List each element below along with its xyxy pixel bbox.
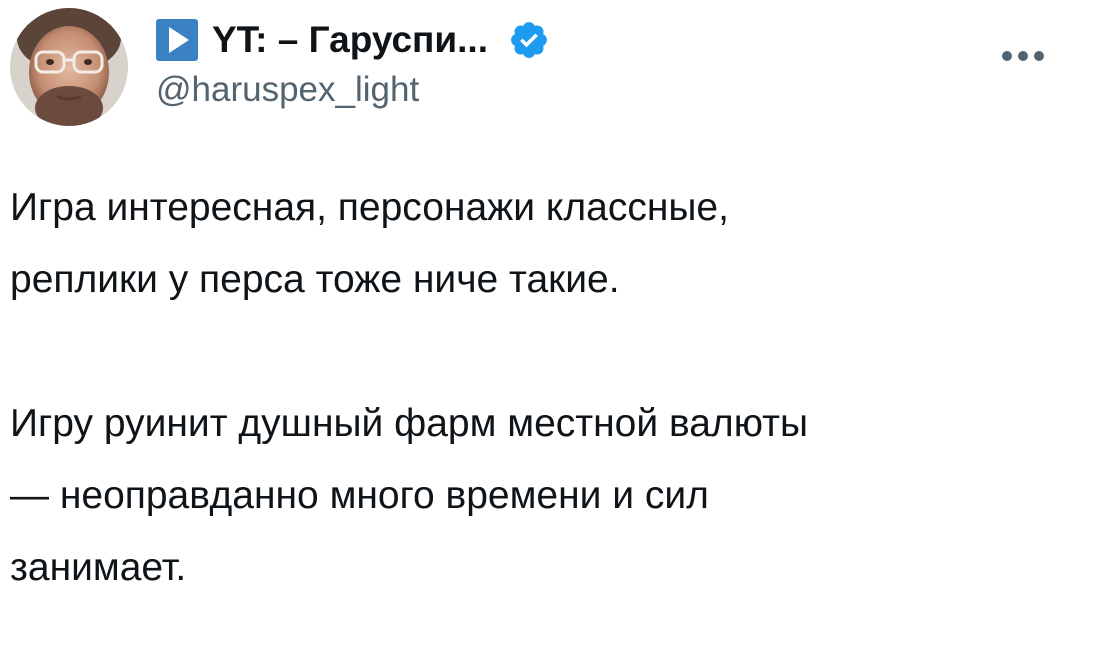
tweet-paragraph-2: Игру руинит душный фарм местной валюты —… — [10, 402, 808, 589]
more-options-icon — [1002, 51, 1044, 61]
author-name-row: YT: – Гаруспи... — [156, 12, 1051, 68]
more-options-button[interactable] — [997, 44, 1049, 68]
play-triangle-icon — [156, 19, 198, 61]
tweet-header: YT: – Гаруспи... @haruspex_light — [156, 12, 1051, 110]
tweet-text: Игра интересная, персонажи классные, реп… — [10, 172, 1090, 604]
avatar-photo-icon — [10, 8, 128, 126]
tweet-paragraph-1: Игра интересная, персонажи классные, реп… — [10, 186, 729, 301]
user-avatar[interactable] — [10, 8, 128, 126]
tweet-card: YT: – Гаруспи... @haruspex_light Игра ин… — [0, 0, 1111, 645]
author-handle[interactable]: @haruspex_light — [156, 70, 1051, 110]
verified-badge-icon[interactable] — [508, 19, 550, 61]
author-display-name[interactable]: YT: – Гаруспи... — [212, 19, 488, 61]
